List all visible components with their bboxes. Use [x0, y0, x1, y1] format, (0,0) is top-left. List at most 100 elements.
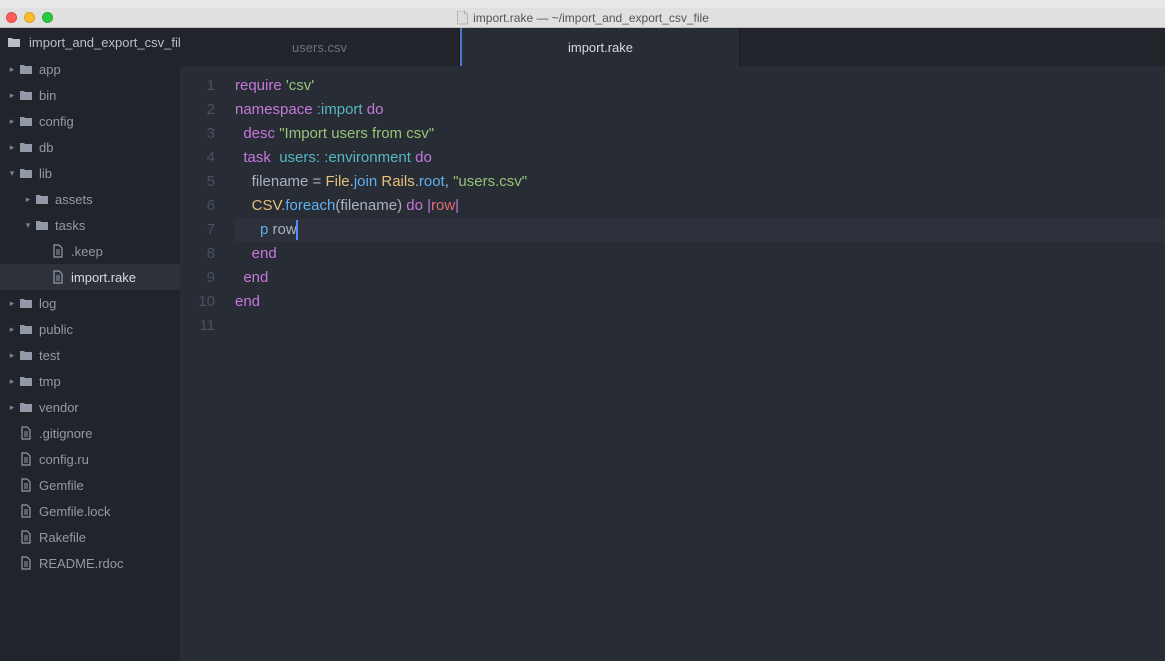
file-icon — [18, 478, 34, 492]
tree-folder-config[interactable]: ▸config — [0, 108, 180, 134]
tree-folder-db[interactable]: ▸ db — [0, 134, 180, 160]
tree-folder-tasks[interactable]: ▾ tasks — [0, 212, 180, 238]
line-number: 5 — [180, 170, 215, 194]
tree-folder-assets[interactable]: ▸ assets — [0, 186, 180, 212]
chevron-right-icon: ▸ — [6, 350, 18, 361]
tree-file--keep[interactable]: .keep — [0, 238, 180, 264]
tree-item-label: .keep — [71, 244, 103, 259]
tree-item-label: assets — [55, 192, 93, 207]
tree-folder-test[interactable]: ▸ test — [0, 342, 180, 368]
folder-icon — [34, 192, 50, 206]
file-icon — [50, 244, 66, 258]
tree-folder-log[interactable]: ▸log — [0, 290, 180, 316]
file-icon — [18, 426, 34, 440]
line-number: 1 — [180, 74, 215, 98]
tree-folder-vendor[interactable]: ▸ vendor — [0, 394, 180, 420]
code-content[interactable]: require 'csv' namespace :import do desc … — [225, 66, 1165, 661]
tree-file-Rakefile[interactable]: Rakefile — [0, 524, 180, 550]
code-line: require 'csv' — [235, 74, 1165, 98]
tree-file-README-rdoc[interactable]: README.rdoc — [0, 550, 180, 576]
code-line — [235, 314, 1165, 338]
tree-item-label: lib — [39, 166, 52, 181]
tree-file--gitignore[interactable]: .gitignore — [0, 420, 180, 446]
tree-file-import-rake[interactable]: import.rake — [0, 264, 180, 290]
tree-item-label: import.rake — [71, 270, 136, 285]
folder-icon — [18, 114, 34, 128]
tree-item-label: public — [39, 322, 73, 337]
folder-icon — [34, 218, 50, 232]
tree-folder-lib[interactable]: ▾ lib — [0, 160, 180, 186]
tree-folder-tmp[interactable]: ▸tmp — [0, 368, 180, 394]
line-number-gutter: 1234567891011 — [180, 66, 225, 661]
file-icon — [50, 270, 66, 284]
tab-users-csv[interactable]: users.csv — [180, 28, 460, 66]
line-number: 8 — [180, 242, 215, 266]
folder-icon — [18, 296, 34, 310]
minimize-button[interactable] — [24, 12, 35, 23]
tree-item-label: app — [39, 62, 61, 77]
file-icon — [18, 452, 34, 466]
traffic-lights — [6, 12, 53, 23]
chevron-right-icon: ▸ — [6, 324, 18, 335]
project-header[interactable]: import_and_export_csv_fil — [0, 28, 180, 56]
folder-icon — [18, 140, 34, 154]
tree-item-label: bin — [39, 88, 56, 103]
project-name-label: import_and_export_csv_fil — [29, 35, 180, 50]
folder-icon — [6, 35, 22, 49]
code-line: end — [235, 266, 1165, 290]
file-icon — [18, 504, 34, 518]
code-line: end — [235, 290, 1165, 314]
chevron-right-icon: ▸ — [6, 142, 18, 153]
code-line: filename = File.join Rails.root, "users.… — [235, 170, 1165, 194]
code-line: task users: :environment do — [235, 146, 1165, 170]
tree-item-label: Rakefile — [39, 530, 86, 545]
tree-folder-public[interactable]: ▸ public — [0, 316, 180, 342]
maximize-button[interactable] — [42, 12, 53, 23]
tree-item-label: vendor — [39, 400, 79, 415]
tree-item-label: config.ru — [39, 452, 89, 467]
tree-item-label: tasks — [55, 218, 85, 233]
close-button[interactable] — [6, 12, 17, 23]
chevron-right-icon: ▸ — [6, 90, 18, 101]
document-icon — [456, 11, 468, 25]
menubar-stub — [0, 0, 1165, 8]
chevron-right-icon: ▸ — [6, 402, 18, 413]
tab-import-rake[interactable]: import.rake — [460, 28, 740, 66]
folder-icon — [18, 62, 34, 76]
tree-item-label: Gemfile — [39, 478, 84, 493]
code-line: CSV.foreach(filename) do |row| — [235, 194, 1165, 218]
folder-icon — [18, 400, 34, 414]
folder-icon — [18, 374, 34, 388]
file-tree: ▸ app ▸ bin ▸config ▸ db ▾ lib ▸ assets ▾ tasks .keep… — [0, 56, 180, 576]
editor-area: users.csvimport.rake 1234567891011 requi… — [180, 28, 1165, 661]
code-line: p row — [235, 218, 1165, 242]
chevron-right-icon: ▸ — [22, 194, 34, 205]
file-icon — [18, 556, 34, 570]
tree-item-label: Gemfile.lock — [39, 504, 111, 519]
tree-item-label: README.rdoc — [39, 556, 124, 571]
tree-folder-bin[interactable]: ▸ bin — [0, 82, 180, 108]
line-number: 9 — [180, 266, 215, 290]
chevron-right-icon: ▸ — [6, 376, 18, 387]
tree-folder-app[interactable]: ▸ app — [0, 56, 180, 82]
line-number: 10 — [180, 290, 215, 314]
file-tree-sidebar: import_and_export_csv_fil ▸app▸bin▸confi… — [0, 28, 180, 661]
line-number: 6 — [180, 194, 215, 218]
tree-item-label: .gitignore — [39, 426, 92, 441]
code-area: 1234567891011 require 'csv' namespace :i… — [180, 66, 1165, 661]
tree-file-Gemfile[interactable]: Gemfile — [0, 472, 180, 498]
tree-file-Gemfile-lock[interactable]: Gemfile.lock — [0, 498, 180, 524]
tree-item-label: db — [39, 140, 53, 155]
chevron-down-icon: ▾ — [22, 220, 34, 231]
tree-file-config-ru[interactable]: config.ru — [0, 446, 180, 472]
line-number: 7 — [180, 218, 215, 242]
text-cursor — [296, 220, 298, 240]
chevron-right-icon: ▸ — [6, 298, 18, 309]
folder-icon — [18, 166, 34, 180]
folder-icon — [18, 322, 34, 336]
chevron-right-icon: ▸ — [6, 64, 18, 75]
chevron-down-icon: ▾ — [6, 168, 18, 179]
tree-item-label: test — [39, 348, 60, 363]
folder-icon — [18, 88, 34, 102]
line-number: 11 — [180, 314, 215, 338]
